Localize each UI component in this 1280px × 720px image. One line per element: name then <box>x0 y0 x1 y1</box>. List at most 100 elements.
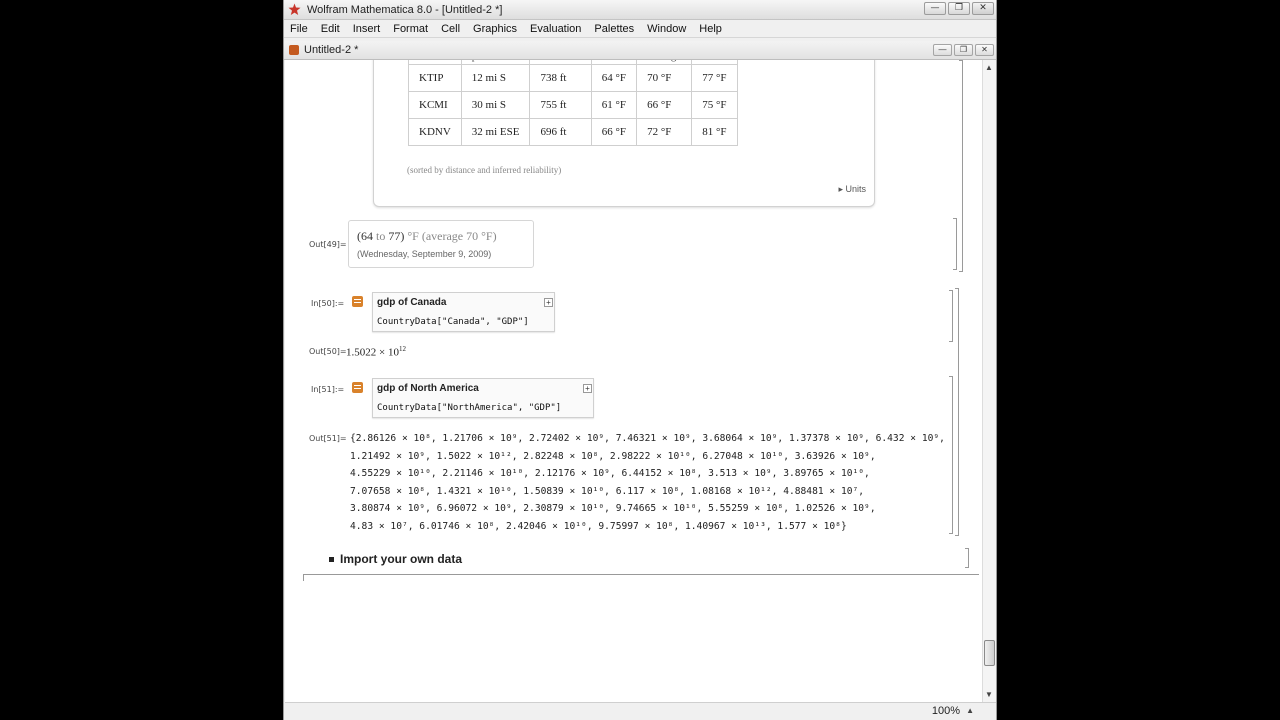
out50-value: 1.5022 × 1012 <box>346 345 406 359</box>
mathematica-window: Wolfram Mathematica 8.0 - [Untitled-2 *]… <box>283 0 997 720</box>
expand-plus-icon[interactable]: + <box>544 298 553 307</box>
menu-edit[interactable]: Edit <box>321 23 340 35</box>
table-cell: KCMI <box>408 91 462 119</box>
status-bar: 100% ▲ <box>285 702 996 720</box>
doc-maximize-button[interactable]: ❐ <box>954 44 973 56</box>
free-form-input-icon[interactable] <box>352 296 363 307</box>
table-cell: 75 °F <box>691 91 738 119</box>
title-bar[interactable]: Wolfram Mathematica 8.0 - [Untitled-2 *]… <box>284 0 996 20</box>
table-cell: 66 °F <box>590 118 638 146</box>
notebook-icon <box>289 45 299 55</box>
maximize-button[interactable]: ❐ <box>948 2 970 15</box>
doc-minimize-button[interactable]: — <box>933 44 952 56</box>
scroll-down-arrow-icon[interactable]: ▼ <box>985 690 993 699</box>
menu-bar: File Edit Insert Format Cell Graphics Ev… <box>284 20 996 38</box>
document-title: Untitled-2 * <box>304 44 359 56</box>
table-cell: 72 °F <box>636 118 693 146</box>
close-button[interactable]: ✕ <box>972 2 994 15</box>
in50-input-box[interactable]: gdp of Canada CountryData["Canada", "GDP… <box>372 292 555 332</box>
in51-input-box[interactable]: gdp of North America CountryData["NorthA… <box>372 378 594 418</box>
table-note: (sorted by distance and inferred reliabi… <box>407 165 562 175</box>
cell-insertion-line[interactable] <box>303 574 979 575</box>
range-close: 77) <box>388 229 405 243</box>
scrollbar-thumb[interactable] <box>984 640 995 666</box>
table-cell: 81 °F <box>691 118 738 146</box>
section-heading[interactable]: Import your own data <box>329 552 462 566</box>
in51-query[interactable]: gdp of North America <box>377 383 479 394</box>
out49-label: Out[49]= <box>309 240 347 249</box>
in51-label: In[51]:= <box>311 385 345 394</box>
cell-group-bracket[interactable] <box>955 288 959 536</box>
out51-value-list: {2.86126 × 10⁸, 1.21706 × 10⁹, 2.72402 ×… <box>350 430 945 536</box>
window-title: Wolfram Mathematica 8.0 - [Untitled-2 *] <box>307 3 503 16</box>
menu-graphics[interactable]: Graphics <box>473 23 517 35</box>
cell-bracket[interactable] <box>953 218 957 270</box>
cell-insertion-marker[interactable] <box>303 574 315 581</box>
out49-output: (64 to 77) °F (average 70 °F) (Wednesday… <box>348 220 534 268</box>
vertical-scrollbar[interactable]: ▲ ▼ <box>982 60 996 702</box>
in50-query[interactable]: gdp of Canada <box>377 297 446 308</box>
menu-file[interactable]: File <box>290 23 308 35</box>
units-link[interactable]: ▸ Units <box>838 184 866 195</box>
list-item: 4.83 × 10⁷, 6.01746 × 10⁸, 2.42046 × 10¹… <box>350 520 847 532</box>
section-bracket[interactable] <box>965 548 969 568</box>
range-open: (64 <box>357 229 373 243</box>
document-title-bar[interactable]: Untitled-2 * — ❐ ✕ <box>284 41 996 60</box>
out51-label: Out[51]= <box>309 434 347 443</box>
list-item: {2.86126 × 10⁸, 1.21706 × 10⁹, 2.72402 ×… <box>350 433 945 444</box>
table-cell: 66 °F <box>636 91 693 119</box>
table-cell: 77 °F <box>691 64 738 92</box>
table-cell: KTIP <box>408 64 462 92</box>
expand-plus-icon[interactable]: + <box>583 384 592 393</box>
table-cell: 755 ft <box>529 91 592 119</box>
range-average: (average 70 °F) <box>421 229 497 243</box>
table-cell: KDNV <box>408 118 462 146</box>
list-item: 4.55229 × 10¹⁰, 2.21146 × 10¹⁰, 2.12176 … <box>350 468 870 480</box>
list-item: 3.80874 × 10⁹, 6.96072 × 10⁹, 2.30879 × … <box>350 503 876 515</box>
cell-bracket[interactable] <box>949 376 953 534</box>
weather-station-table: position elevation min average max KTIP … <box>408 60 738 146</box>
menu-insert[interactable]: Insert <box>353 23 381 35</box>
menu-format[interactable]: Format <box>393 23 428 35</box>
list-item: 1.21492 × 10⁹, 1.5022 × 10¹², 2.82248 × … <box>350 450 876 462</box>
scroll-up-arrow-icon[interactable]: ▲ <box>985 63 993 72</box>
out50-mantissa: 1.5022 × 10 <box>346 346 399 359</box>
doc-close-button[interactable]: ✕ <box>975 44 994 56</box>
cell-bracket[interactable] <box>949 290 953 342</box>
out50-label: Out[50]= <box>309 347 347 356</box>
menu-evaluation[interactable]: Evaluation <box>530 23 581 35</box>
table-cell: 64 °F <box>590 64 638 92</box>
cell-group-bracket[interactable] <box>959 60 963 272</box>
notebook-area[interactable]: position elevation min average max KTIP … <box>285 60 982 702</box>
table-row: KCMI 30 mi S 755 ft 61 °F 66 °F 75 °F <box>408 91 738 119</box>
out50-exponent: 12 <box>398 345 406 353</box>
table-cell: 32 mi ESE <box>460 118 531 146</box>
table-cell: 61 °F <box>590 91 638 119</box>
menu-help[interactable]: Help <box>699 23 722 35</box>
section-bullet-icon <box>329 557 334 563</box>
table-cell: 12 mi S <box>460 64 531 92</box>
in50-label: In[50]:= <box>311 299 345 308</box>
table-cell: 738 ft <box>529 64 592 92</box>
minimize-button[interactable]: — <box>924 2 946 15</box>
range-to: to <box>373 229 389 243</box>
menu-window[interactable]: Window <box>647 23 686 35</box>
weather-station-panel: position elevation min average max KTIP … <box>373 60 875 207</box>
table-cell: 696 ft <box>529 118 592 146</box>
table-cell: 70 °F <box>636 64 693 92</box>
in50-code[interactable]: CountryData["Canada", "GDP"] <box>377 317 529 327</box>
range-unit: °F <box>404 229 422 243</box>
menu-cell[interactable]: Cell <box>441 23 460 35</box>
zoom-dropdown-icon[interactable]: ▲ <box>966 706 974 715</box>
menu-palettes[interactable]: Palettes <box>594 23 634 35</box>
in51-code[interactable]: CountryData["NorthAmerica", "GDP"] <box>377 403 561 413</box>
table-row: KDNV 32 mi ESE 696 ft 66 °F 72 °F 81 °F <box>408 118 738 146</box>
table-row: KTIP 12 mi S 738 ft 64 °F 70 °F 77 °F <box>408 64 738 92</box>
zoom-level[interactable]: 100% <box>932 705 960 717</box>
temperature-range: (64 to 77) °F (average 70 °F) <box>357 229 497 244</box>
list-item: 7.07658 × 10⁸, 1.4321 × 10¹⁰, 1.50839 × … <box>350 485 865 497</box>
free-form-input-icon[interactable] <box>352 382 363 393</box>
section-title[interactable]: Import your own data <box>340 552 462 566</box>
output-date: (Wednesday, September 9, 2009) <box>357 249 492 259</box>
wolfram-logo-icon <box>288 3 301 15</box>
